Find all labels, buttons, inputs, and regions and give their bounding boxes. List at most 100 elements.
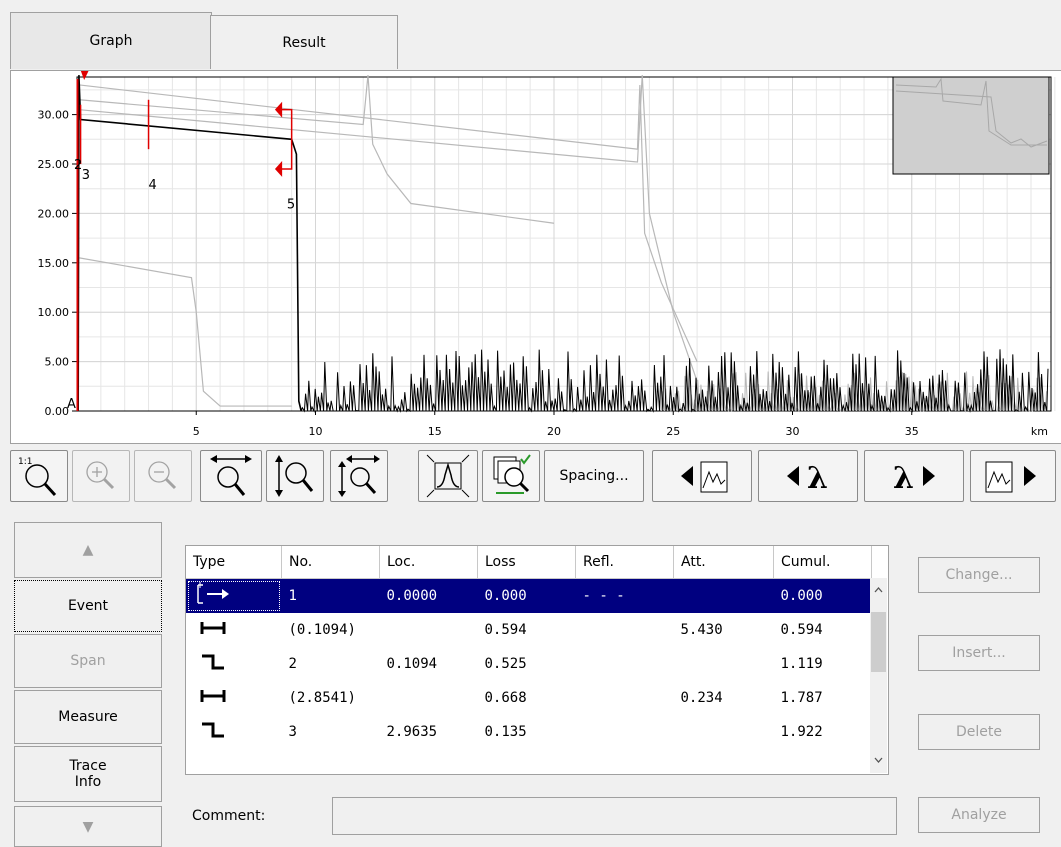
span-icon xyxy=(200,622,226,634)
cumul-cell: 1.119 xyxy=(780,656,823,672)
tab-bar: Graph Result xyxy=(0,0,1061,70)
nav-trace-info-label: Trace Info xyxy=(69,758,107,790)
table-row[interactable]: (2.8541) 0.668 0.234 1.787 xyxy=(186,681,872,715)
no-cell: 3 xyxy=(288,724,297,740)
peak-zoom-icon xyxy=(426,454,470,498)
insert-button[interactable]: Insert... xyxy=(918,635,1040,671)
y-tick-label: 15.00 xyxy=(38,257,70,270)
att-cell xyxy=(674,647,774,681)
trace-plot[interactable]: 30.00 25.00 20.00 15.00 10.00 5.00 0.00 5 10 15 2… xyxy=(11,71,1061,443)
cumul-cell: 1.787 xyxy=(780,690,823,706)
full-zoom-button[interactable] xyxy=(330,450,388,502)
multi-trace-zoom-button[interactable] xyxy=(482,450,540,502)
span-icon xyxy=(200,690,226,702)
otdr-trace-graph[interactable]: 30.00 25.00 20.00 15.00 10.00 5.00 0.00 5 10 15 2… xyxy=(10,70,1061,444)
type-cell xyxy=(186,647,282,681)
up-arrow-icon: ▲ xyxy=(82,542,94,558)
x-tick-label: 30 xyxy=(786,425,800,438)
next-wavelength-button[interactable]: λ xyxy=(864,450,964,502)
type-cell xyxy=(186,681,282,715)
down-arrow-icon: ▼ xyxy=(82,818,94,835)
scroll-up-icon[interactable] xyxy=(874,587,883,593)
col-loc[interactable]: Loc. xyxy=(379,546,478,579)
nav-up-button[interactable]: ▲ xyxy=(14,522,162,578)
event-label: 3 xyxy=(82,168,90,183)
full-zoom-icon xyxy=(338,455,380,497)
att-cell xyxy=(674,715,774,749)
type-cell xyxy=(186,613,282,647)
table-row[interactable]: 2 0.1094 0.525 1.119 xyxy=(186,647,872,681)
vertical-zoom-button[interactable] xyxy=(266,450,324,502)
svg-text:λ: λ xyxy=(807,461,828,496)
previous-trace-icon xyxy=(681,461,728,493)
y-tick-label: 20.00 xyxy=(38,207,70,220)
previous-trace-button[interactable] xyxy=(652,450,752,502)
comment-field[interactable] xyxy=(332,797,897,835)
table-row[interactable]: 1 0.0000 0.000- - -0.000 xyxy=(186,578,872,613)
type-cell xyxy=(186,715,282,749)
y-tick-label: 10.00 xyxy=(38,306,70,319)
refl-cell xyxy=(576,681,674,715)
loss-cell: 0.525 xyxy=(484,656,527,672)
x-tick-label: 5 xyxy=(193,425,200,438)
loc-cell xyxy=(380,613,478,647)
col-att[interactable]: Att. xyxy=(673,546,774,579)
event-label: 5 xyxy=(287,198,295,213)
type-cell xyxy=(186,578,282,613)
att-cell xyxy=(673,578,774,613)
no-cell: 1 xyxy=(281,578,380,613)
no-cell: (2.8541) xyxy=(288,690,356,706)
table-header-row: Type No. Loc. Loss Refl. Att. Cumul. xyxy=(186,546,872,579)
col-type[interactable]: Type xyxy=(186,546,282,579)
overview-window[interactable] xyxy=(892,76,1050,175)
x-axis: 5 10 15 20 25 30 35 km xyxy=(193,411,1048,438)
tab-result[interactable]: Result xyxy=(210,15,398,69)
svg-text:1:1: 1:1 xyxy=(18,457,32,467)
zoom-in-icon xyxy=(86,461,115,490)
change-button[interactable]: Change... xyxy=(918,557,1040,593)
launch-event-icon xyxy=(197,582,229,604)
events-scrollbar[interactable] xyxy=(870,578,887,773)
col-no[interactable]: No. xyxy=(281,546,380,579)
x-tick-label: 15 xyxy=(428,425,442,438)
comment-label: Comment: xyxy=(192,808,266,824)
col-loss[interactable]: Loss xyxy=(477,546,576,579)
nav-trace-info-button[interactable]: Trace Info xyxy=(14,746,162,802)
marker-arrow xyxy=(274,161,283,177)
loc-cell xyxy=(380,681,478,715)
previous-wavelength-button[interactable]: λ xyxy=(758,450,858,502)
loss-cell: 0.668 xyxy=(484,690,527,706)
refl-cell xyxy=(576,647,674,681)
tab-graph[interactable]: Graph xyxy=(10,12,212,69)
cumul-cell: 0.594 xyxy=(780,622,823,638)
scroll-thumb[interactable] xyxy=(871,612,886,672)
peak-zoom-button[interactable] xyxy=(418,450,478,502)
table-row[interactable]: (0.1094) 0.594 5.430 0.594 xyxy=(186,613,872,647)
nav-event-button[interactable]: Event xyxy=(14,580,162,632)
att-cell: 5.430 xyxy=(680,622,723,638)
next-trace-icon xyxy=(985,461,1036,493)
analyze-button[interactable]: Analyze xyxy=(918,797,1040,833)
nav-span-label: Span xyxy=(70,653,106,669)
next-trace-button[interactable] xyxy=(970,450,1056,502)
y-axis: 30.00 25.00 20.00 15.00 10.00 5.00 0.00 xyxy=(38,109,77,418)
zoom-out-button[interactable] xyxy=(134,450,192,502)
magnifier-reset-icon: 1:1 xyxy=(18,457,57,497)
svg-text:λ: λ xyxy=(893,461,914,496)
delete-button[interactable]: Delete xyxy=(918,714,1040,750)
nav-measure-button[interactable]: Measure xyxy=(14,690,162,744)
x-tick-label: 10 xyxy=(309,425,323,438)
scroll-down-icon[interactable] xyxy=(874,757,883,763)
col-cumul[interactable]: Cumul. xyxy=(773,546,872,579)
zoom-in-button[interactable] xyxy=(72,450,130,502)
events-table[interactable]: Type No. Loc. Loss Refl. Att. Cumul. 1 0.… xyxy=(185,545,889,775)
cumul-cell: 0.000 xyxy=(773,578,872,613)
nav-span-button[interactable]: Span xyxy=(14,634,162,688)
horizontal-zoom-button[interactable] xyxy=(200,450,262,502)
table-row[interactable]: 3 2.9635 0.135 1.922 xyxy=(186,715,872,749)
spacing-button[interactable]: Spacing... xyxy=(544,450,644,502)
col-refl[interactable]: Refl. xyxy=(575,546,674,579)
nav-down-button[interactable]: ▼ xyxy=(14,806,162,847)
zoom-reset-button[interactable]: 1:1 xyxy=(10,450,68,502)
next-wavelength-icon: λ xyxy=(893,461,935,496)
